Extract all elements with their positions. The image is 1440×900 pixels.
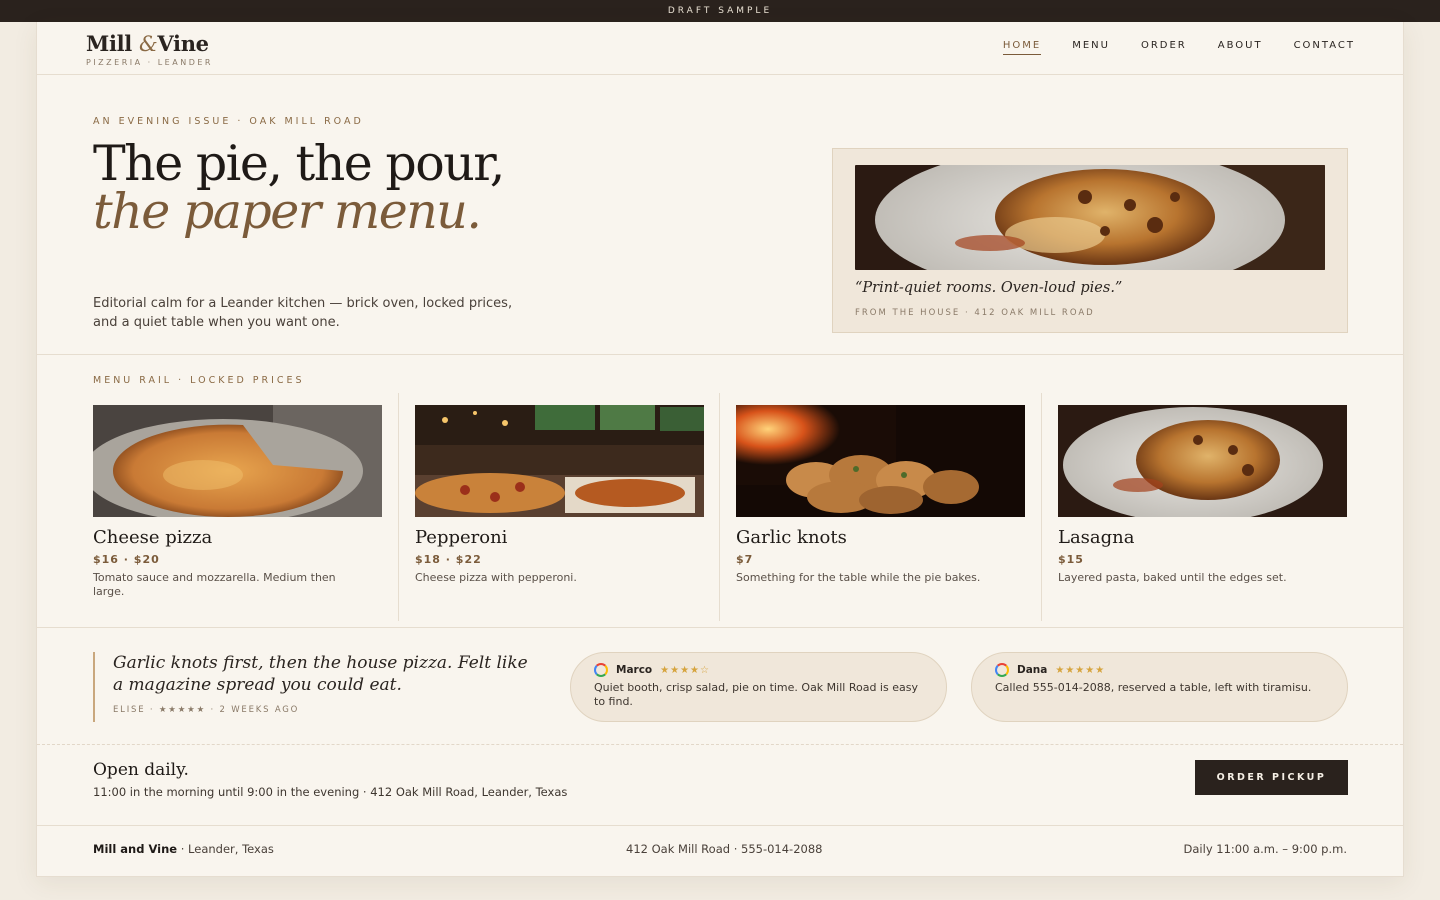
divider bbox=[37, 354, 1403, 355]
featured-review: Garlic knots first, then the house pizza… bbox=[93, 652, 533, 722]
brand-logo[interactable]: Mill &Vine PIZZERIA · LEANDER bbox=[86, 31, 213, 67]
brand-subtitle: PIZZERIA · LEANDER bbox=[86, 58, 213, 67]
featured-review-quote: Garlic knots first, then the house pizza… bbox=[113, 653, 528, 695]
nav-home[interactable]: HOME bbox=[1002, 40, 1042, 55]
garlic-knots-photo bbox=[736, 405, 1025, 517]
footer-hours: Daily 11:00 a.m. – 9:00 p.m. bbox=[1183, 842, 1347, 856]
footer-brand: Mill and Vine · Leander, Texas bbox=[93, 842, 274, 856]
menu-item[interactable]: Lasagna $15 Layered pasta, baked until t… bbox=[1041, 393, 1362, 621]
hero-quote: “Print-quiet rooms. Oven-loud pies.” bbox=[855, 280, 1123, 296]
brand-name: Mill &Vine bbox=[86, 31, 209, 56]
review-card[interactable]: Dana ★★★★★ Called 555-014-2088, reserved… bbox=[971, 652, 1348, 722]
hours-title: Open daily. bbox=[93, 760, 189, 780]
reviewer-name: Marco bbox=[616, 664, 653, 676]
menu-item-name: Cheese pizza bbox=[93, 527, 213, 548]
menu-item-name: Pepperoni bbox=[415, 527, 508, 548]
review-text: Quiet booth, crisp salad, pie on time. O… bbox=[594, 681, 918, 708]
menu-item-price: $15 bbox=[1058, 553, 1084, 566]
menu-item-price: $18 · $22 bbox=[415, 553, 482, 566]
page: Mill &Vine PIZZERIA · LEANDER HOME MENU … bbox=[36, 22, 1404, 877]
star-rating: ★★★★★ bbox=[1055, 664, 1106, 676]
main-nav: HOME MENU ORDER ABOUT CONTACT bbox=[1002, 40, 1355, 55]
hours-text: 11:00 in the morning until 9:00 in the e… bbox=[93, 785, 568, 799]
hero-quote-meta: FROM THE HOUSE · 412 OAK MILL ROAD bbox=[855, 308, 1095, 318]
order-pickup-button[interactable]: ORDER PICKUP bbox=[1195, 760, 1348, 795]
menu-item-desc: Layered pasta, baked until the edges set… bbox=[1058, 571, 1287, 584]
review-header: Dana ★★★★★ bbox=[995, 663, 1325, 677]
menu-eyebrow: MENU RAIL · LOCKED PRICES bbox=[93, 375, 305, 386]
divider bbox=[37, 825, 1403, 826]
review-card[interactable]: Marco ★★★★☆ Quiet booth, crisp salad, pi… bbox=[570, 652, 947, 722]
menu-item-name: Garlic knots bbox=[736, 527, 847, 548]
lasagna-hero-photo bbox=[855, 165, 1325, 270]
menu-item-price: $7 bbox=[736, 553, 754, 566]
nav-contact[interactable]: CONTACT bbox=[1294, 40, 1355, 55]
menu-item-desc: Tomato sauce and mozzarella. Medium then… bbox=[93, 571, 336, 598]
menu-item-price: $16 · $20 bbox=[93, 553, 160, 566]
review-header: Marco ★★★★☆ bbox=[594, 663, 924, 677]
reviewer-name: Dana bbox=[1017, 664, 1048, 676]
menu-item[interactable]: Garlic knots $7 Something for the table … bbox=[719, 393, 1040, 621]
google-icon bbox=[995, 663, 1009, 677]
hero-lede: Editorial calm for a Leander kitchen — b… bbox=[93, 296, 513, 330]
menu-item-desc: Something for the table while the pie ba… bbox=[736, 571, 981, 584]
footer-contact: 412 Oak Mill Road · 555-014-2088 bbox=[626, 842, 823, 856]
star-rating: ★★★★☆ bbox=[660, 664, 710, 676]
divider bbox=[37, 627, 1403, 628]
hero-eyebrow: AN EVENING ISSUE · OAK MILL ROAD bbox=[93, 116, 364, 127]
nav-menu[interactable]: MENU bbox=[1072, 40, 1110, 55]
review-text: Called 555-014-2088, reserved a table, l… bbox=[995, 681, 1312, 694]
pepperoni-bar-photo bbox=[415, 405, 704, 517]
menu-item-desc: Cheese pizza with pepperoni. bbox=[415, 571, 577, 584]
menu-item-name: Lasagna bbox=[1058, 527, 1135, 548]
hero-card: “Print-quiet rooms. Oven-loud pies.” FRO… bbox=[832, 148, 1348, 333]
hero-title: The pie, the pour, the paper menu. bbox=[93, 135, 505, 240]
divider bbox=[37, 744, 1403, 745]
lasagna-photo bbox=[1058, 405, 1347, 517]
google-icon bbox=[594, 663, 608, 677]
nav-order[interactable]: ORDER bbox=[1141, 40, 1187, 55]
cheese-pizza-photo bbox=[93, 405, 382, 517]
featured-review-meta: ELISE · ★★★★★ · 2 WEEKS AGO bbox=[113, 705, 300, 715]
draft-banner: DRAFT SAMPLE bbox=[0, 0, 1440, 22]
menu-item[interactable]: Cheese pizza $16 · $20 Tomato sauce and … bbox=[37, 393, 382, 621]
nav-about[interactable]: ABOUT bbox=[1218, 40, 1263, 55]
menu-rail: Cheese pizza $16 · $20 Tomato sauce and … bbox=[37, 393, 1403, 621]
menu-item[interactable]: Pepperoni $18 · $22 Cheese pizza with pe… bbox=[398, 393, 719, 621]
divider bbox=[37, 74, 1403, 75]
